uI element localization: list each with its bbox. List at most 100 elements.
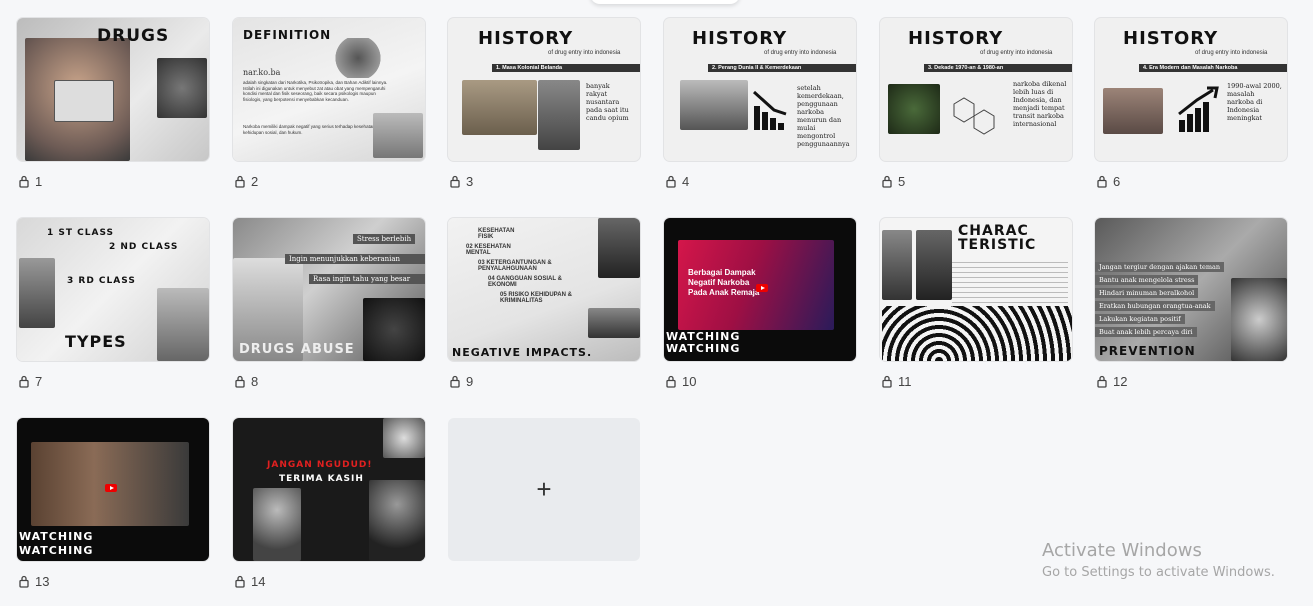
slide-title: PREVENTION xyxy=(1099,344,1196,358)
slide-impact: 02 KESEHATAN MENTAL xyxy=(466,244,511,256)
molecule-icon xyxy=(953,97,995,135)
slide-title: DEFINITION xyxy=(243,28,332,42)
slide-number: 4 xyxy=(682,173,690,189)
slide-number: 6 xyxy=(1113,173,1121,189)
slide-paragraph: Narkoba memiliki dampak negatif yang ser… xyxy=(243,124,377,135)
slide-thumbnail[interactable]: HISTORY of drug entry into indonesia 4. … xyxy=(1095,18,1287,161)
lock-icon xyxy=(19,575,29,588)
slide-thumbnail[interactable]: WATCHING WATCHING xyxy=(17,418,209,561)
lock-icon xyxy=(1097,175,1107,188)
slide-tip: Jangan tergiur dengan ajakan teman xyxy=(1095,262,1225,272)
slide-brand: nar.ko.ba xyxy=(243,68,281,77)
slide-image xyxy=(333,38,383,78)
slide-image xyxy=(882,230,912,300)
slide-impact: 05 RISIKO KEHIDUPAN & KRIMINALITAS xyxy=(500,292,572,304)
chart-down-icon xyxy=(752,90,787,130)
slide-number: 11 xyxy=(898,373,912,389)
slide-meta: 8 xyxy=(235,373,258,389)
lock-icon xyxy=(235,575,245,588)
slide-thumbnail[interactable]: Berbagai Dampak Negatif Narkoba Pada Ana… xyxy=(664,218,856,361)
slide-thumbnail[interactable]: CHARAC TERISTIC xyxy=(880,218,1072,361)
slide-image xyxy=(157,288,209,361)
slide-number: 10 xyxy=(682,373,697,389)
slide-meta: 10 xyxy=(666,373,696,389)
slide-section-bar: 2. Perang Dunia II & Kemerdekaan xyxy=(708,64,856,72)
slide-title: DRUGS xyxy=(97,26,170,46)
slide-tip: Lakukan kegiatan positif xyxy=(1095,314,1185,324)
watermark-subtitle: Go to Settings to activate Windows. xyxy=(1042,565,1275,580)
slide-reason: Rasa ingin tahu yang besar xyxy=(309,274,425,284)
slide-title: TERIMA KASIH xyxy=(279,474,364,484)
plus-icon: + xyxy=(536,474,552,504)
lock-icon xyxy=(882,375,892,388)
slide-image xyxy=(253,488,301,561)
slide-text: 1990-awal 2000, masalah narkoba di Indon… xyxy=(1227,82,1282,122)
lock-icon xyxy=(235,175,245,188)
slide-impact: KESEHATAN FISIK xyxy=(478,228,515,240)
activation-watermark: Activate Windows Go to Settings to activ… xyxy=(1042,540,1275,580)
slide-thumbnail[interactable]: KESEHATAN FISIK 02 KESEHATAN MENTAL 03 K… xyxy=(448,218,640,361)
slide-thumbnail[interactable]: HISTORY of drug entry into indonesia 1. … xyxy=(448,18,640,161)
slide-number: 2 xyxy=(251,173,259,189)
lock-icon xyxy=(1097,375,1107,388)
slide-image xyxy=(369,480,425,561)
slide-meta: 12 xyxy=(1097,373,1127,389)
slide-number: 1 xyxy=(35,173,43,189)
slide-thumbnail[interactable]: DRUGS xyxy=(17,18,209,161)
slide-image xyxy=(882,306,1072,361)
slide-meta: 3 xyxy=(450,173,473,189)
slide-section-bar: 3. Dekade 1970-an & 1980-an xyxy=(924,64,1072,72)
slide-meta: 7 xyxy=(19,373,42,389)
slide-meta: 11 xyxy=(882,373,912,389)
play-icon[interactable] xyxy=(756,284,768,292)
slide-meta: 1 xyxy=(19,173,42,189)
slide-thumbnail[interactable]: 1 ST CLASS 2 ND CLASS 3 RD CLASS TYPES xyxy=(17,218,209,361)
slide-thumbnail[interactable]: DEFINITION nar.ko.ba adalah singkatan da… xyxy=(233,18,425,161)
slide-meta: 13 xyxy=(19,573,49,589)
slide-number: 5 xyxy=(898,173,906,189)
video-title: Berbagai Dampak Negatif Narkoba Pada Ana… xyxy=(688,268,760,297)
slide-tip: Buat anak lebih percaya diri xyxy=(1095,327,1197,337)
slide-tip: Hindari minuman beralkohol xyxy=(1095,288,1199,298)
slide-title: WATCHING xyxy=(19,530,94,543)
slide-title: TYPES xyxy=(65,332,127,351)
lock-icon xyxy=(450,375,460,388)
slide-number: 14 xyxy=(251,573,266,589)
slide-meta: 14 xyxy=(235,573,265,589)
slide-image xyxy=(54,80,114,122)
slide-reason: Stress berlebih xyxy=(353,234,416,244)
slide-class-label: 1 ST CLASS xyxy=(47,228,115,238)
slide-meta: 6 xyxy=(1097,173,1120,189)
slide-title: HISTORY xyxy=(478,28,574,49)
slide-number: 7 xyxy=(35,373,43,389)
add-slide-button[interactable]: + xyxy=(448,418,640,561)
slide-title-echo: WATCHING xyxy=(666,342,741,355)
slide-image xyxy=(916,230,952,300)
slide-tip: Eratkan hubungan orangtua-anak xyxy=(1095,301,1215,311)
slide-image xyxy=(157,58,207,118)
slide-thumbnail[interactable]: HISTORY of drug entry into indonesia 2. … xyxy=(664,18,856,161)
play-icon[interactable] xyxy=(105,484,117,492)
slide-banner: JANGAN NGUDUD! xyxy=(267,460,373,470)
slide-thumbnail[interactable]: JANGAN NGUDUD! TERIMA KASIH xyxy=(233,418,425,561)
slide-image xyxy=(373,113,423,158)
slide-meta: 4 xyxy=(666,173,689,189)
slide-image xyxy=(538,80,580,150)
slide-title: DRUGS ABUSE xyxy=(239,342,355,357)
slide-meta: 2 xyxy=(235,173,258,189)
slide-reason: Ingin menunjukkan keberanian xyxy=(285,254,425,264)
slide-title: HISTORY xyxy=(1123,28,1219,49)
lock-icon xyxy=(19,375,29,388)
slide-section-bar: 4. Era Modern dan Masalah Narkoba xyxy=(1139,64,1287,72)
slide-image xyxy=(888,84,940,134)
slide-thumbnail[interactable]: HISTORY of drug entry into indonesia 3. … xyxy=(880,18,1072,161)
slide-number: 8 xyxy=(251,373,259,389)
slide-number: 13 xyxy=(35,573,50,589)
watermark-title: Activate Windows xyxy=(1042,540,1202,561)
lock-icon xyxy=(450,175,460,188)
slide-thumbnail[interactable]: Stress berlebih Ingin menunjukkan kebera… xyxy=(233,218,425,361)
slide-thumbnail[interactable]: Jangan tergiur dengan ajakan teman Bantu… xyxy=(1095,218,1287,361)
slide-text: banyak rakyat nusantara pada saat itu ca… xyxy=(586,82,629,122)
slide-meta: 5 xyxy=(882,173,905,189)
slide-title-echo: WATCHING xyxy=(19,544,94,557)
